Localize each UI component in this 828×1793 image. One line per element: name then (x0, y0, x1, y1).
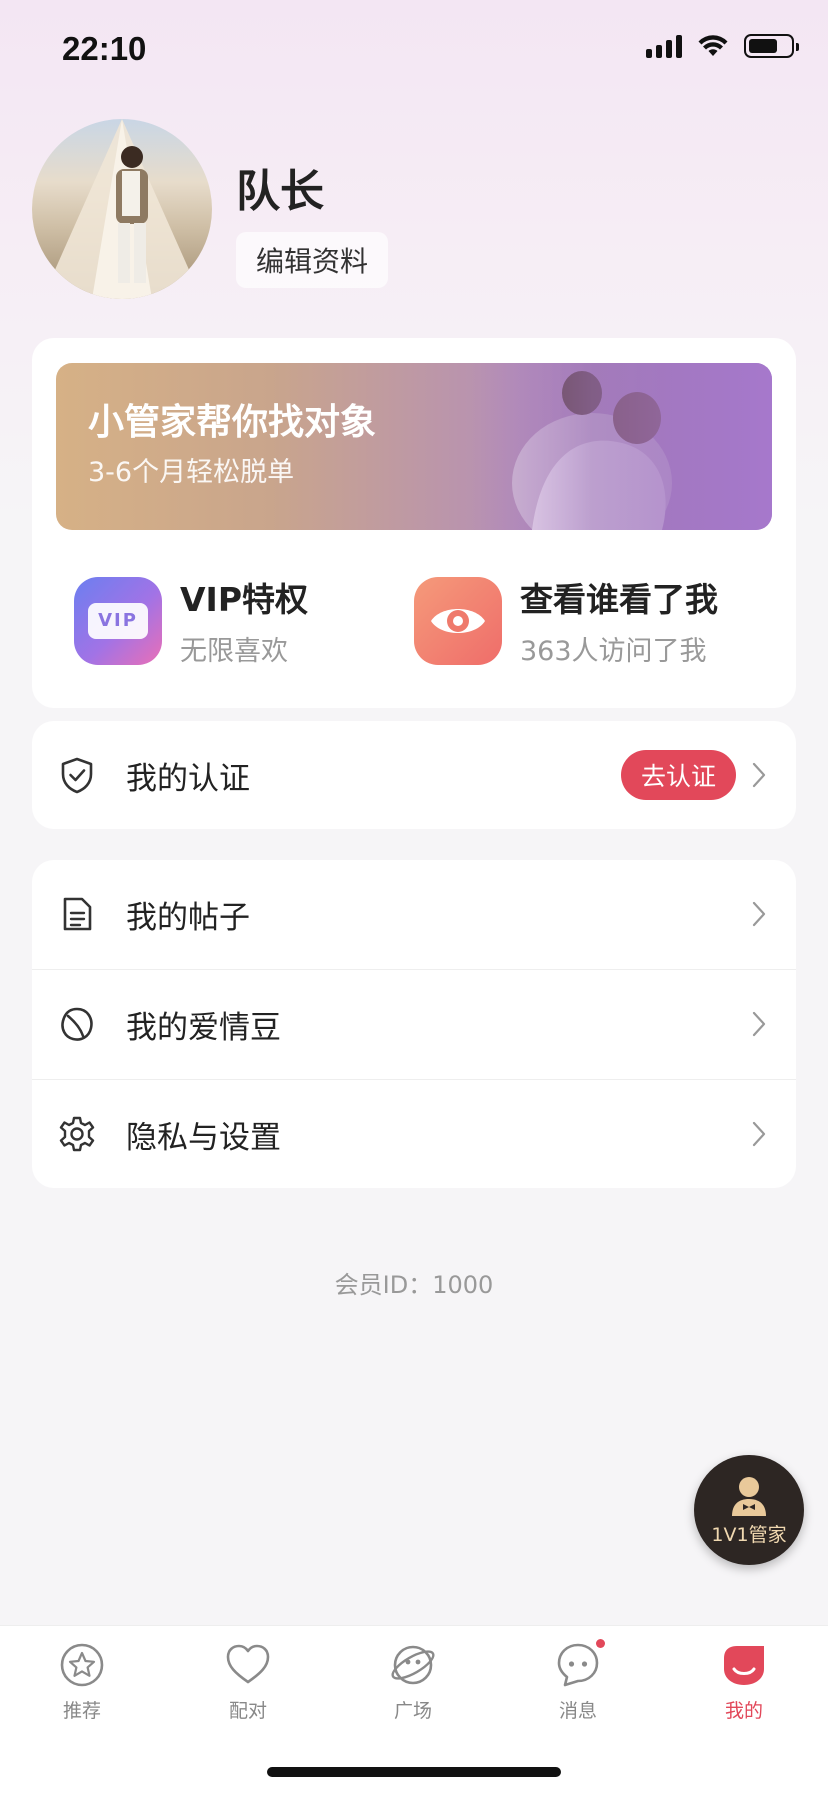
matchmaker-banner[interactable]: 小管家帮你找对象 3-6个月轻松脱单 (56, 363, 772, 530)
tab-square[interactable]: 广场 (353, 1642, 473, 1723)
gear-icon (59, 1116, 95, 1152)
member-id: 会员ID：1000 (334, 1271, 494, 1299)
home-indicator (267, 1767, 561, 1777)
tab-label: 配对 (228, 1700, 267, 1722)
verify-now-button[interactable]: 去认证 (620, 750, 736, 800)
bean-icon (61, 1007, 93, 1041)
vip-title: VIP特权 (180, 580, 309, 619)
chevron-right-icon (752, 1011, 766, 1037)
chevron-right-icon (752, 901, 766, 927)
avatar[interactable] (32, 119, 212, 299)
document-icon (63, 897, 92, 931)
vip-privilege-entry[interactable]: VIP VIP特权 无限喜欢 (74, 573, 308, 668)
verification-label: 我的认证 (126, 760, 250, 797)
eye-icon (414, 576, 502, 665)
signal-icon (646, 34, 682, 58)
battery-icon (744, 34, 799, 58)
tab-recommend[interactable]: 推荐 (22, 1642, 142, 1723)
verification-row[interactable]: 我的认证 去认证 (32, 721, 796, 829)
chevron-right-icon (752, 762, 766, 788)
menu-item-posts[interactable]: 我的帖子 (32, 860, 796, 968)
visitors-entry[interactable]: 查看谁看了我 363人访问了我 (414, 573, 718, 668)
wifi-icon (698, 35, 728, 56)
unread-dot (596, 1639, 605, 1648)
tab-match[interactable]: 配对 (188, 1642, 308, 1723)
me-icon (721, 1642, 767, 1688)
banner-title: 小管家帮你找对象 (88, 402, 377, 443)
menu-list-card: 我的帖子 我的爱情豆 隐私与设置 (32, 860, 796, 1188)
planet-icon (390, 1642, 436, 1688)
avatar-photo (42, 119, 202, 299)
tab-messages[interactable]: 消息 (518, 1639, 638, 1723)
couple-photo (472, 363, 772, 530)
menu-item-label: 隐私与设置 (126, 1119, 281, 1156)
status-icons (646, 34, 799, 58)
butler-icon (732, 1476, 766, 1516)
banner-subtitle: 3-6个月轻松脱单 (88, 457, 295, 488)
profile-name: 队长 (236, 166, 324, 217)
tab-label: 广场 (393, 1700, 432, 1722)
menu-item-love-beans[interactable]: 我的爱情豆 (32, 970, 796, 1078)
heart-icon (225, 1642, 271, 1688)
tab-label: 推荐 (62, 1700, 101, 1722)
butler-label: 1V1管家 (711, 1523, 787, 1546)
verification-card: 我的认证 去认证 (32, 721, 796, 829)
visitors-subtitle: 363人访问了我 (520, 636, 707, 667)
visitors-title: 查看谁看了我 (520, 580, 718, 619)
chevron-right-icon (752, 1121, 766, 1147)
star-icon (59, 1642, 105, 1688)
tab-label: 消息 (558, 1700, 597, 1722)
edit-profile-button[interactable]: 编辑资料 (236, 232, 389, 288)
tab-label: 我的 (724, 1700, 763, 1722)
shield-icon (61, 757, 93, 794)
menu-item-privacy-settings[interactable]: 隐私与设置 (32, 1080, 796, 1188)
menu-item-label: 我的帖子 (126, 899, 250, 936)
message-icon (555, 1639, 605, 1688)
services-card: 小管家帮你找对象 3-6个月轻松脱单 VIP VIP特权 无限喜欢 查看谁看了我… (32, 338, 796, 708)
vip-icon: VIP (74, 576, 162, 665)
menu-item-label: 我的爱情豆 (126, 1009, 281, 1046)
status-time: 22:10 (62, 30, 147, 67)
vip-subtitle: 无限喜欢 (180, 636, 288, 667)
tab-me[interactable]: 我的 (684, 1642, 804, 1723)
butler-button[interactable]: 1V1管家 (694, 1455, 804, 1565)
